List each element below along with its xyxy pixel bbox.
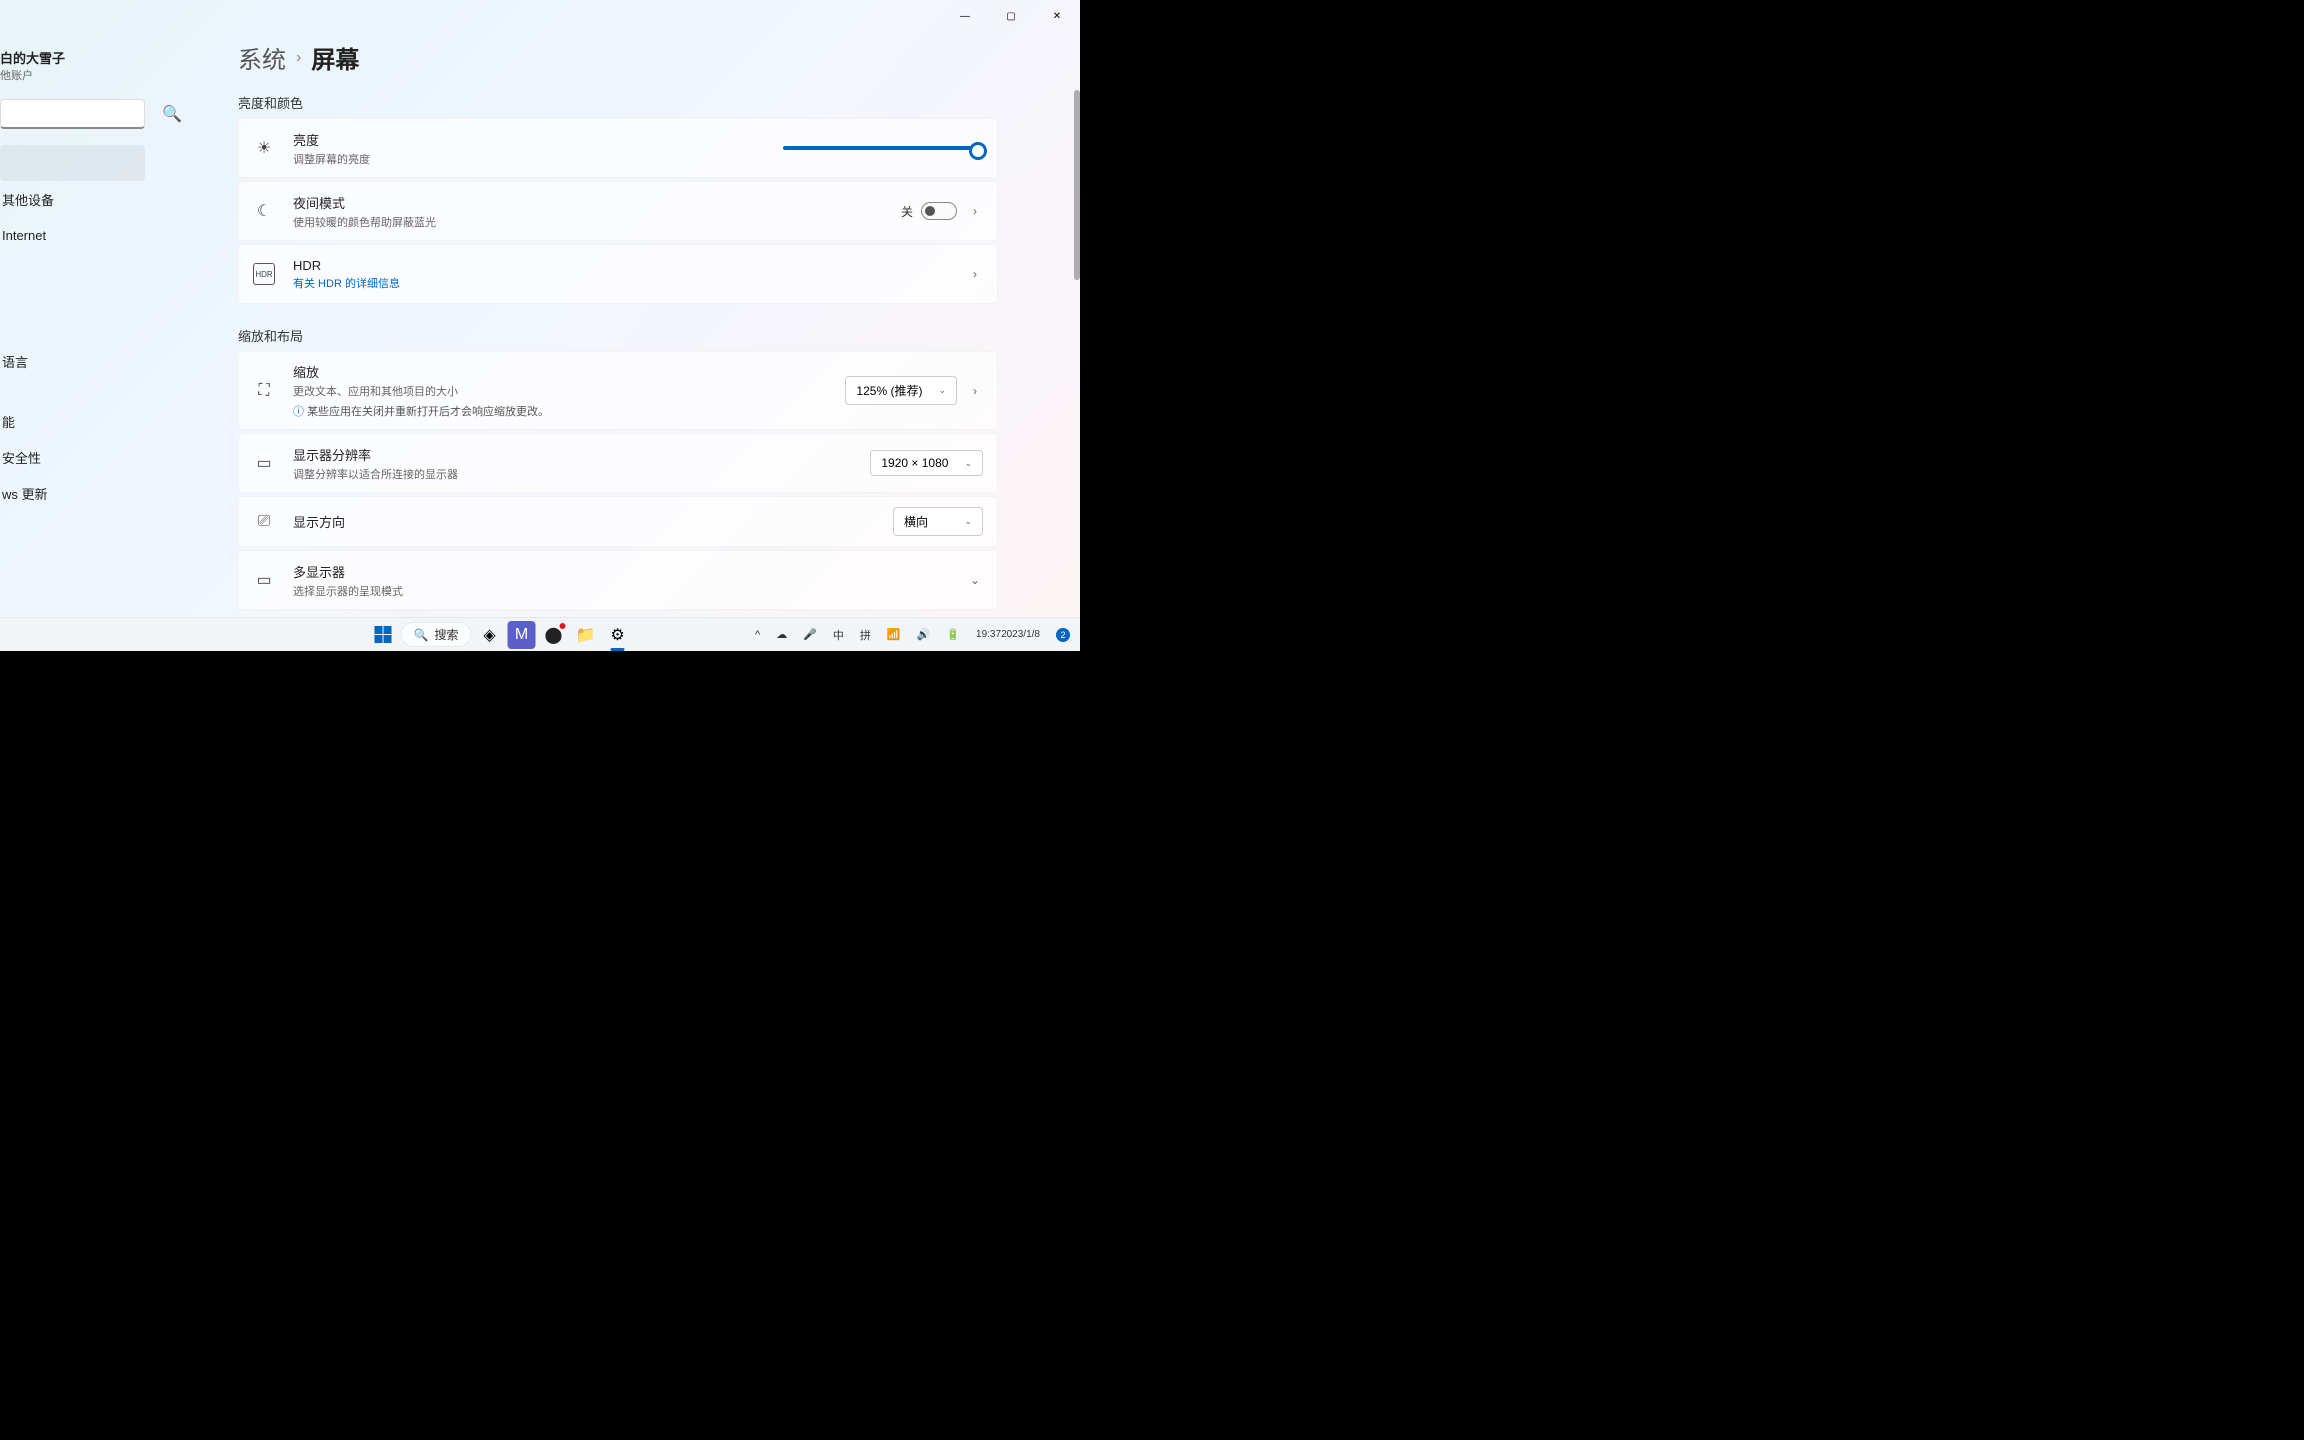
brightness-title: 亮度 [293,130,783,149]
sidebar-item-power[interactable]: 能 [0,403,145,439]
battery-icon[interactable]: 🔋 [942,626,964,643]
chevron-right-icon[interactable]: › [967,267,983,281]
chevron-down-icon[interactable]: ⌄ [967,573,983,587]
chevron-down-icon: ⌄ [964,458,972,469]
multi-title: 多显示器 [293,562,967,581]
taskbar-search[interactable]: 🔍 搜索 [401,622,472,647]
section-scale-label: 缩放和布局 [238,326,998,345]
night-sub: 使用较暖的颜色帮助屏蔽蓝光 [293,214,901,230]
minimize-button[interactable]: — [942,0,988,32]
page-title: 屏幕 [311,40,359,75]
taskbar-app-obs[interactable]: ⬤ [539,621,567,649]
brightness-slider[interactable] [783,146,983,150]
account-block[interactable]: 白的大雪子 他账户 [0,48,145,83]
sidebar-item-security[interactable]: 安全性 [0,439,145,475]
multi-display-card[interactable]: ▭ 多显示器 选择显示器的呈现模式 ⌄ [238,550,998,610]
orientation-card[interactable]: ⎚ 显示方向 横向 ⌄ [238,496,998,547]
chevron-down-icon: ⌄ [964,516,972,527]
clock[interactable]: 19:37 2023/1/8 [972,627,1044,642]
scale-info: 某些应用在关闭并重新打开后才会响应缩放更改。 [293,403,845,419]
taskbar-explorer[interactable]: 📁 [571,621,599,649]
scale-select[interactable]: 125% (推荐) ⌄ [845,376,957,405]
chevron-right-icon[interactable]: › [967,204,983,218]
orientation-title: 显示方向 [293,512,893,531]
orientation-select[interactable]: 横向 ⌄ [893,507,983,536]
close-button[interactable]: ✕ [1034,0,1080,32]
start-button[interactable] [369,621,397,649]
tray-expand-icon[interactable]: ^ [751,627,764,643]
sidebar-item-devices[interactable]: 其他设备 [0,181,145,217]
hdr-card[interactable]: HDR HDR 有关 HDR 的详细信息 › [238,244,998,304]
clock-time: 19:37 [976,629,1001,640]
taskbar-search-label: 搜索 [434,626,458,643]
orientation-value: 横向 [904,513,928,530]
chevron-right-icon: › [296,49,301,67]
breadcrumb-parent[interactable]: 系统 [238,40,286,75]
search-input[interactable]: 🔍 [0,99,145,129]
maximize-button[interactable]: ▢ [988,0,1034,32]
settings-window: — ▢ ✕ 白的大雪子 他账户 🔍 其他设备 Internet 语言 能 安全性… [0,0,1080,651]
resolution-select[interactable]: 1920 × 1080 ⌄ [870,450,983,476]
taskbar: 🔍 搜索 ◈ M ⬤ 📁 ⚙ ^ ☁ 🎤 中 拼 📶 🔊 🔋 19:37 202… [0,617,1080,651]
system-tray: ^ ☁ 🎤 中 拼 📶 🔊 🔋 19:37 2023/1/8 2 [751,625,1074,645]
scale-card[interactable]: ⛶ 缩放 更改文本、应用和其他项目的大小 某些应用在关闭并重新打开后才会响应缩放… [238,351,998,430]
scale-value: 125% (推荐) [856,382,922,399]
night-state: 关 [901,203,913,220]
ime-indicator-1[interactable]: 中 [829,625,848,645]
taskbar-app-1[interactable]: ◈ [475,621,503,649]
tray-mic-icon[interactable]: 🎤 [799,626,821,643]
scrollbar[interactable] [1074,90,1080,280]
clock-date: 2023/1/8 [1001,629,1040,640]
scale-title: 缩放 [293,362,845,381]
sidebar-item-language[interactable]: 语言 [0,343,145,379]
resolution-value: 1920 × 1080 [881,456,948,470]
chevron-down-icon: ⌄ [938,385,946,396]
volume-icon[interactable]: 🔊 [913,626,935,643]
ime-indicator-2[interactable]: 拼 [856,625,875,645]
night-mode-card[interactable]: ☾ 夜间模式 使用较暖的颜色帮助屏蔽蓝光 关 › [238,181,998,241]
brightness-sub: 调整屏幕的亮度 [293,151,783,167]
section-brightness-label: 亮度和颜色 [238,93,998,112]
notification-badge[interactable]: 2 [1052,626,1074,644]
night-toggle[interactable] [921,202,957,220]
scale-sub: 更改文本、应用和其他项目的大小 [293,383,845,399]
main-content: 系统 › 屏幕 亮度和颜色 ☀ 亮度 调整屏幕的亮度 ☾ 夜间模式 使用较暖的颜… [238,40,998,612]
resolution-title: 显示器分辨率 [293,445,870,464]
scale-icon: ⛶ [253,380,275,402]
sidebar: 白的大雪子 他账户 🔍 其他设备 Internet 语言 能 安全性 ws 更新 [0,0,145,617]
hdr-title: HDR [293,258,967,273]
sidebar-item-system[interactable] [0,145,145,181]
chevron-right-icon[interactable]: › [967,384,983,398]
sidebar-item-update[interactable]: ws 更新 [0,475,145,511]
taskbar-settings[interactable]: ⚙ [603,621,631,649]
hdr-icon: HDR [253,263,275,285]
brightness-card[interactable]: ☀ 亮度 调整屏幕的亮度 [238,118,998,178]
wifi-icon[interactable]: 📶 [883,626,905,643]
search-icon: 🔍 [414,628,429,642]
resolution-icon: ▭ [253,452,275,474]
search-field[interactable] [7,107,162,121]
multi-display-icon: ▭ [253,569,275,591]
sun-icon: ☀ [253,137,275,159]
hdr-link[interactable]: 有关 HDR 的详细信息 [293,275,967,291]
moon-icon: ☾ [253,200,275,222]
titlebar: — ▢ ✕ [0,0,1080,32]
breadcrumb: 系统 › 屏幕 [238,40,998,75]
resolution-sub: 调整分辨率以适合所连接的显示器 [293,466,870,482]
tray-cloud-icon[interactable]: ☁ [772,626,791,643]
search-icon: 🔍 [162,104,182,124]
orientation-icon: ⎚ [253,511,275,533]
taskbar-app-2[interactable]: M [507,621,535,649]
account-sub: 他账户 [0,67,145,83]
resolution-card[interactable]: ▭ 显示器分辨率 调整分辨率以适合所连接的显示器 1920 × 1080 ⌄ [238,433,998,493]
multi-sub: 选择显示器的呈现模式 [293,583,967,599]
sidebar-item-network[interactable]: Internet [0,217,145,253]
night-title: 夜间模式 [293,193,901,212]
account-name: 白的大雪子 [0,48,145,67]
